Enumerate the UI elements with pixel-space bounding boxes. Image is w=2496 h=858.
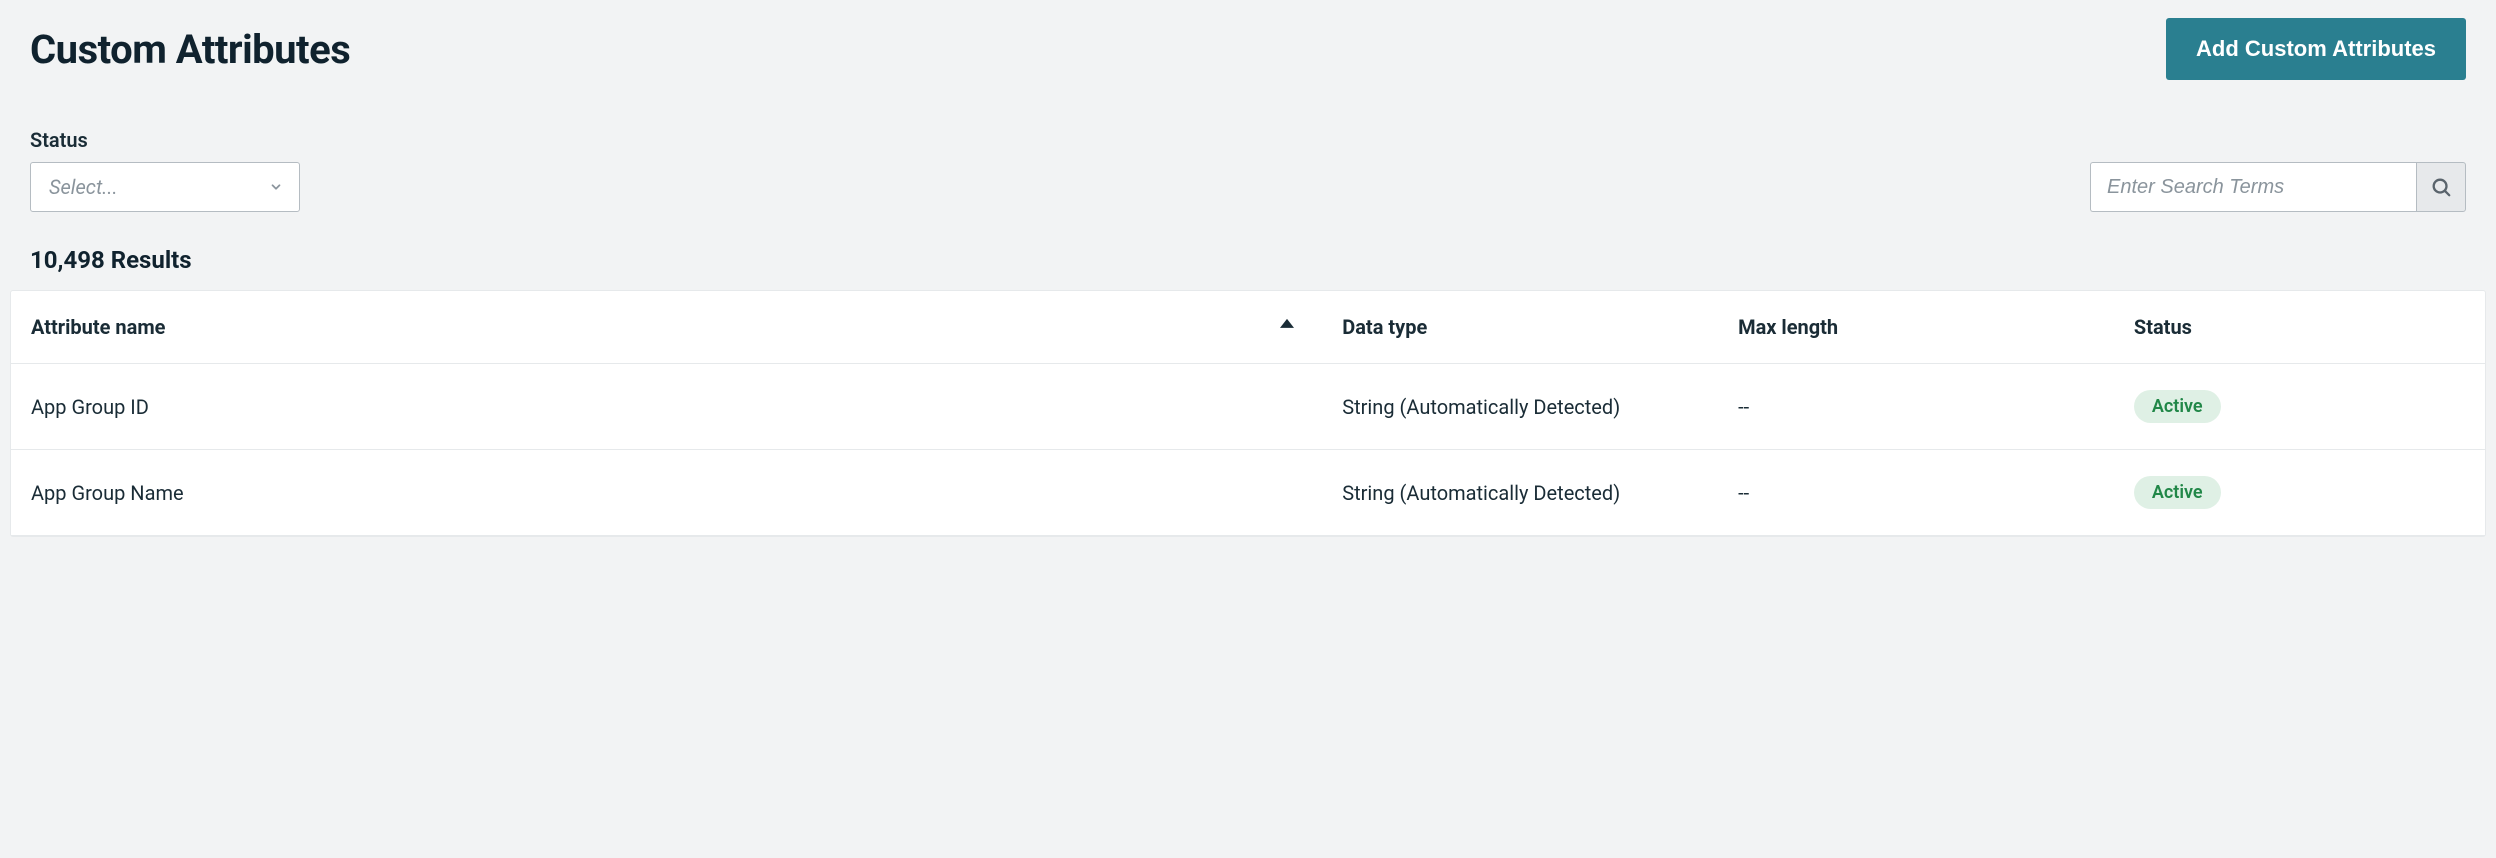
column-header-type[interactable]: Data type [1322,291,1718,364]
cell-max-length: -- [1718,364,2114,450]
chevron-down-icon [269,180,283,194]
status-select[interactable]: Select... [30,162,300,212]
sort-asc-icon [1280,319,1294,328]
add-custom-attributes-button[interactable]: Add Custom Attributes [2166,18,2466,80]
status-badge: Active [2134,476,2221,509]
attributes-table: Attribute name Data type Max length Stat… [10,290,2486,537]
cell-max-length: -- [1718,450,2114,536]
search-input[interactable] [2090,162,2416,212]
column-header-status[interactable]: Status [2114,291,2485,364]
status-badge: Active [2134,390,2221,423]
table-row[interactable]: App Group ID String (Automatically Detec… [11,364,2485,450]
search-button[interactable] [2416,162,2466,212]
column-header-name-label: Attribute name [31,315,165,339]
status-filter-label: Status [30,128,300,152]
cell-data-type: String (Automatically Detected) [1322,450,1718,536]
status-select-placeholder: Select... [49,175,118,199]
cell-data-type: String (Automatically Detected) [1322,364,1718,450]
column-header-name[interactable]: Attribute name [11,291,1322,364]
cell-attribute-name: App Group Name [11,450,1322,536]
search-icon [2430,176,2452,198]
column-header-max-length[interactable]: Max length [1718,291,2114,364]
table-row[interactable]: App Group Name String (Automatically Det… [11,450,2485,536]
page-title: Custom Attributes [30,26,350,73]
results-count: 10,498 Results [30,246,2466,274]
cell-attribute-name: App Group ID [11,364,1322,450]
